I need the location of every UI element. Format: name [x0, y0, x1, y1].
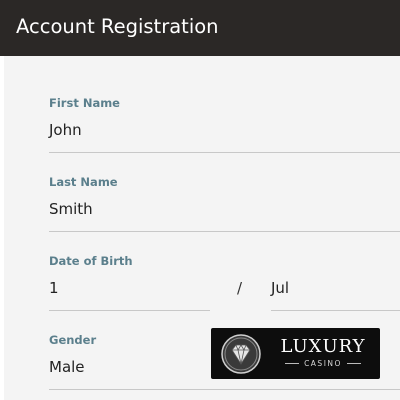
last-name-underline [49, 231, 400, 232]
luxury-casino-logo: LUXURY CASINO [211, 328, 380, 379]
first-name-input[interactable]: John [49, 120, 82, 140]
app-header: Account Registration [0, 0, 400, 56]
page-title: Account Registration [16, 15, 219, 38]
dob-day-input[interactable]: 1 [49, 278, 59, 298]
logo-wordmark: LUXURY [280, 336, 366, 357]
first-name-label: First Name [49, 96, 120, 110]
dob-separator: / [237, 279, 243, 297]
dob-month-underline [271, 310, 400, 311]
gender-underline [49, 389, 400, 390]
diamond-icon [221, 334, 261, 374]
last-name-input[interactable]: Smith [49, 199, 93, 219]
last-name-label: Last Name [49, 175, 118, 189]
logo-rule-right [347, 363, 361, 364]
gender-select[interactable]: Male [49, 357, 85, 377]
first-name-underline [49, 152, 400, 153]
dob-month-select[interactable]: Jul [271, 278, 289, 298]
gender-label: Gender [49, 333, 97, 347]
dob-day-underline [49, 310, 210, 311]
dob-label: Date of Birth [49, 254, 133, 268]
